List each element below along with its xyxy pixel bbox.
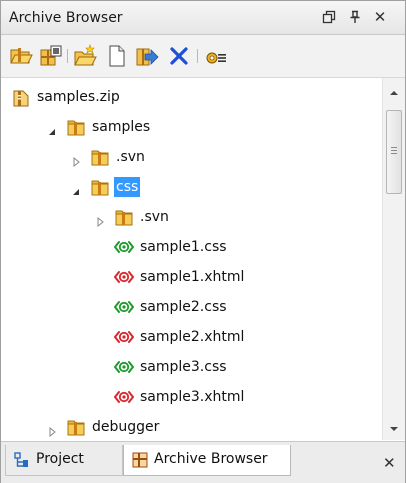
scroll-down-arrow-icon[interactable] bbox=[388, 424, 400, 434]
collapsed-arrow-icon[interactable] bbox=[95, 212, 105, 228]
open-archive-icon[interactable] bbox=[9, 44, 33, 68]
tree-node-debugger[interactable]: debugger bbox=[1, 414, 382, 440]
archive-toolbar bbox=[1, 35, 405, 78]
close-tab-icon[interactable]: ✕ bbox=[383, 454, 396, 472]
css-file-icon bbox=[114, 357, 134, 377]
archive-browser-icon bbox=[132, 452, 148, 468]
tree-node-label: sample3.xhtml bbox=[140, 389, 245, 405]
tree-node-sample2-css[interactable]: sample2.css bbox=[1, 294, 382, 320]
new-folder-icon[interactable] bbox=[73, 44, 97, 68]
tree-node-label: sample2.css bbox=[140, 299, 227, 315]
panel-title-bar: Archive Browser ✕ bbox=[1, 1, 405, 35]
bottom-tab-bar: Project Archive Browser ✕ bbox=[1, 441, 405, 483]
tree-node-label: css bbox=[114, 177, 141, 197]
tree-node-svn[interactable]: .svn bbox=[1, 204, 382, 230]
zip-icon bbox=[11, 87, 31, 107]
pin-icon[interactable] bbox=[345, 6, 365, 28]
expanded-arrow-icon[interactable] bbox=[71, 182, 81, 195]
options-icon[interactable] bbox=[203, 44, 227, 68]
tree-node-svn[interactable]: .svn bbox=[1, 144, 382, 170]
restore-icon[interactable] bbox=[319, 6, 339, 28]
scroll-thumb[interactable] bbox=[386, 110, 402, 194]
panel-title: Archive Browser bbox=[9, 10, 123, 26]
toolbar-separator bbox=[67, 49, 68, 63]
css-file-icon bbox=[114, 237, 134, 257]
archive-tree[interactable]: samples.zip samples .svn css .svn sample1.css… bbox=[1, 78, 382, 440]
tree-node-label: .svn bbox=[116, 149, 145, 165]
tree-node-samples-zip[interactable]: samples.zip bbox=[1, 84, 382, 110]
xhtml-file-icon bbox=[114, 387, 134, 407]
expanded-arrow-icon[interactable] bbox=[47, 122, 57, 135]
project-icon bbox=[14, 452, 28, 467]
tree-node-sample3-css[interactable]: sample3.css bbox=[1, 354, 382, 380]
tree-node-label: sample3.css bbox=[140, 359, 227, 375]
tree-node-label: samples.zip bbox=[37, 89, 120, 105]
thumb-grip bbox=[391, 147, 397, 148]
folder-icon bbox=[114, 207, 134, 227]
tree-node-label: debugger bbox=[92, 419, 160, 435]
tree-node-sample1-xhtml[interactable]: sample1.xhtml bbox=[1, 264, 382, 290]
new-file-icon[interactable] bbox=[105, 44, 129, 68]
tab-project-label: Project bbox=[36, 451, 84, 467]
folder-icon bbox=[66, 417, 86, 437]
toolbar-separator bbox=[197, 49, 198, 63]
archive-browser-panel: Archive Browser ✕ samples.zip samples .s… bbox=[0, 0, 406, 483]
tree-node-samples[interactable]: samples bbox=[1, 114, 382, 140]
tree-node-css[interactable]: css bbox=[1, 174, 382, 200]
delete-icon[interactable] bbox=[167, 44, 191, 68]
tree-node-sample3-xhtml[interactable]: sample3.xhtml bbox=[1, 384, 382, 410]
close-panel-icon[interactable]: ✕ bbox=[370, 6, 390, 28]
tree-node-label: sample2.xhtml bbox=[140, 329, 245, 345]
scroll-up-arrow-icon[interactable] bbox=[388, 88, 400, 98]
thumb-grip bbox=[391, 150, 397, 151]
css-file-icon bbox=[114, 297, 134, 317]
vertical-scrollbar[interactable] bbox=[382, 78, 405, 440]
tab-archive-browser[interactable]: Archive Browser bbox=[123, 445, 291, 476]
folder-icon bbox=[66, 117, 86, 137]
collapsed-arrow-icon[interactable] bbox=[71, 152, 81, 168]
tree-node-sample1-css[interactable]: sample1.css bbox=[1, 234, 382, 260]
tab-archive-browser-label: Archive Browser bbox=[154, 451, 268, 467]
add-file-icon[interactable] bbox=[135, 44, 159, 68]
collapsed-arrow-icon[interactable] bbox=[47, 422, 57, 438]
folder-icon bbox=[90, 177, 110, 197]
tree-node-label: .svn bbox=[140, 209, 169, 225]
tree-node-label: sample1.css bbox=[140, 239, 227, 255]
folder-icon bbox=[90, 147, 110, 167]
tree-node-sample2-xhtml[interactable]: sample2.xhtml bbox=[1, 324, 382, 350]
archive-info-icon[interactable] bbox=[39, 44, 63, 68]
thumb-grip bbox=[391, 153, 397, 154]
tree-node-label: samples bbox=[92, 119, 151, 135]
xhtml-file-icon bbox=[114, 267, 134, 287]
tree-node-label: sample1.xhtml bbox=[140, 269, 245, 285]
xhtml-file-icon bbox=[114, 327, 134, 347]
tab-project[interactable]: Project bbox=[5, 445, 123, 476]
